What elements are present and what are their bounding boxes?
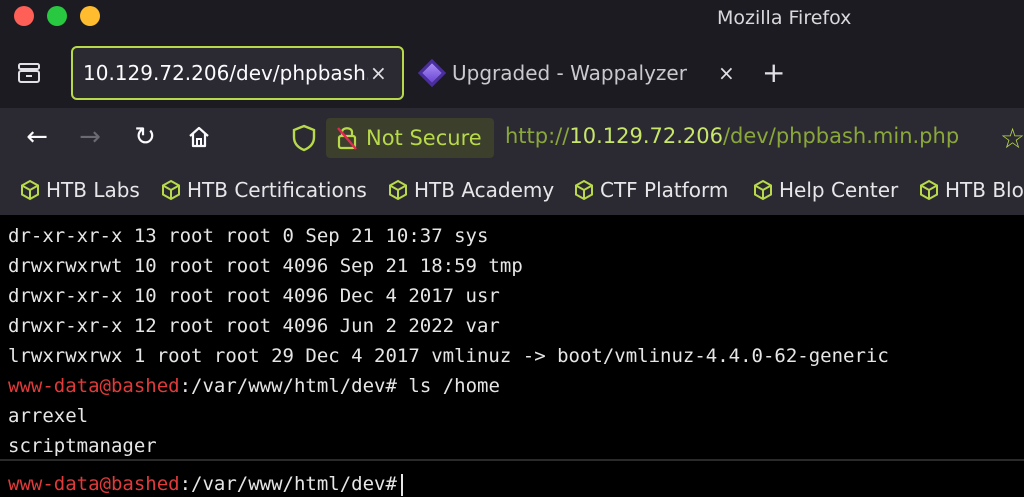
forward-button[interactable]: → bbox=[75, 122, 105, 152]
htb-cube-icon bbox=[574, 179, 594, 201]
input-divider bbox=[0, 459, 1024, 461]
bookmark-label: CTF Platform bbox=[600, 178, 729, 202]
bookmark-htb-blog[interactable]: HTB Blog bbox=[919, 178, 1024, 202]
terminal-output-line: drwxr-xr-x 10 root root 4096 Dec 4 2017 … bbox=[8, 285, 500, 307]
tracking-protection-shield-icon[interactable] bbox=[290, 123, 318, 153]
back-button[interactable]: ← bbox=[22, 122, 52, 152]
bookmark-label: Help Center bbox=[779, 178, 899, 202]
tab-wappalyzer[interactable]: Upgraded - Wappalyzer × bbox=[417, 46, 742, 100]
tab-label: Upgraded - Wappalyzer bbox=[452, 61, 687, 85]
command-text: ls /home bbox=[396, 375, 500, 397]
prompt-path: :/var/www/html/dev# bbox=[179, 375, 397, 397]
close-tab-icon[interactable]: × bbox=[370, 61, 387, 85]
tab-phpbash[interactable]: 10.129.72.206/dev/phpbash.min.php × bbox=[71, 46, 404, 100]
terminal-output-line: scriptmanager bbox=[8, 435, 157, 457]
phpbash-terminal: dr-xr-xr-x 13 root root 0 Sep 21 10:37 s… bbox=[0, 215, 1024, 497]
text-cursor bbox=[400, 473, 403, 496]
terminal-input-line[interactable]: www-data@bashed:/var/www/html/dev# bbox=[8, 473, 403, 496]
bookmark-label: HTB Academy bbox=[414, 178, 555, 202]
htb-cube-icon bbox=[20, 179, 40, 201]
site-security-indicator[interactable]: Not Secure bbox=[326, 118, 494, 158]
reload-button[interactable]: ↻ bbox=[130, 122, 160, 152]
terminal-output-line: lrwxrwxrwx 1 root root 29 Dec 4 2017 vml… bbox=[8, 345, 889, 367]
insecure-lock-icon bbox=[336, 125, 358, 151]
bookmark-label: HTB Labs bbox=[46, 178, 140, 202]
close-window-button[interactable] bbox=[14, 6, 34, 26]
bookmarks-toolbar: HTB Labs HTB Certifications HTB Academy … bbox=[0, 168, 1024, 215]
maximize-window-button[interactable] bbox=[80, 6, 100, 26]
terminal-output-line: drwxrwxrwt 10 root root 4096 Sep 21 18:5… bbox=[8, 255, 523, 277]
not-secure-label: Not Secure bbox=[366, 126, 482, 150]
home-icon[interactable] bbox=[184, 122, 214, 152]
tab-list-icon[interactable] bbox=[16, 61, 42, 85]
prompt-user: www-data@bashed bbox=[8, 473, 180, 495]
bookmark-label: HTB Certifications bbox=[187, 178, 367, 202]
new-tab-button[interactable]: + bbox=[762, 56, 785, 89]
htb-cube-icon bbox=[388, 179, 408, 201]
title-bar: Mozilla Firefox bbox=[0, 0, 1024, 38]
close-tab-icon[interactable]: × bbox=[718, 61, 735, 85]
minimize-window-button[interactable] bbox=[47, 6, 67, 26]
prompt-user: www-data@bashed bbox=[8, 375, 180, 397]
bookmark-ctf-platform[interactable]: CTF Platform bbox=[574, 178, 728, 202]
url-prefix: http:// bbox=[505, 124, 570, 148]
url-path: /dev/phpbash.min.php bbox=[722, 124, 960, 148]
htb-cube-icon bbox=[919, 179, 939, 201]
bookmark-htb-certifications[interactable]: HTB Certifications bbox=[161, 178, 367, 202]
terminal-output-line: drwxr-xr-x 12 root root 4096 Jun 2 2022 … bbox=[8, 315, 500, 337]
bookmark-htb-academy[interactable]: HTB Academy bbox=[388, 178, 554, 202]
terminal-output-line: arrexel bbox=[8, 405, 89, 427]
url-bar[interactable]: http://10.129.72.206/dev/phpbash.min.php bbox=[505, 124, 959, 148]
bookmark-label: HTB Blog bbox=[945, 178, 1024, 202]
bookmark-star-icon[interactable]: ☆ bbox=[1000, 122, 1024, 155]
htb-cube-icon bbox=[161, 179, 181, 201]
terminal-output-line: dr-xr-xr-x 13 root root 0 Sep 21 10:37 s… bbox=[8, 225, 489, 247]
navigation-bar: ← → ↻ Not Secure http://10.129.72.206/de… bbox=[0, 108, 1024, 168]
tab-strip: 10.129.72.206/dev/phpbash.min.php × Upgr… bbox=[0, 38, 1024, 108]
terminal-command-line: www-data@bashed:/var/www/html/dev# ls /h… bbox=[8, 375, 500, 397]
wappalyzer-icon bbox=[417, 58, 447, 88]
tab-label: 10.129.72.206/dev/phpbash.min.php bbox=[83, 61, 368, 85]
bookmark-htb-labs[interactable]: HTB Labs bbox=[20, 178, 140, 202]
window-title: Mozilla Firefox bbox=[717, 7, 852, 29]
url-host: 10.129.72.206 bbox=[569, 124, 723, 148]
htb-cube-icon bbox=[753, 179, 773, 201]
prompt-path: :/var/www/html/dev# bbox=[179, 473, 397, 495]
bookmark-help-center[interactable]: Help Center bbox=[753, 178, 898, 202]
